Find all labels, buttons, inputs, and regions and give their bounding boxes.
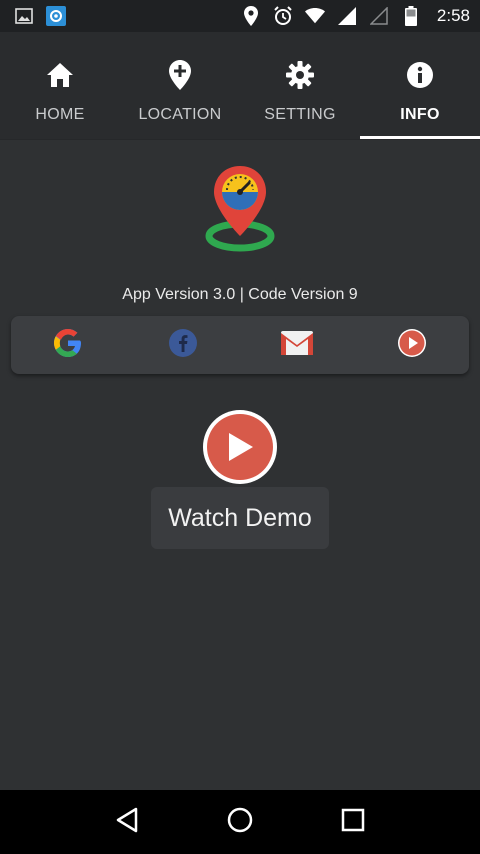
home-circle-icon bbox=[227, 807, 253, 838]
location-pin-icon bbox=[241, 6, 261, 26]
image-notification-icon bbox=[14, 6, 34, 26]
tab-setting-label: SETTING bbox=[264, 106, 336, 123]
tab-info-label: INFO bbox=[400, 106, 440, 123]
app-version-text: App Version 3.0 | Code Version 9 bbox=[122, 286, 358, 303]
play-icon bbox=[397, 328, 427, 363]
app-notification-icon bbox=[46, 6, 66, 26]
status-time: 2:58 bbox=[436, 6, 470, 25]
recents-icon bbox=[341, 808, 365, 837]
battery-icon bbox=[401, 6, 421, 26]
facebook-icon bbox=[168, 328, 198, 363]
google-button[interactable] bbox=[11, 316, 126, 374]
signal-empty-icon bbox=[369, 6, 389, 26]
recents-button[interactable] bbox=[333, 802, 373, 842]
social-links-card bbox=[11, 316, 469, 374]
status-bar: 2:58 bbox=[0, 0, 480, 32]
back-icon bbox=[115, 807, 139, 838]
tab-setting[interactable]: SETTING bbox=[240, 32, 360, 139]
tab-home-label: HOME bbox=[35, 106, 85, 123]
home-icon bbox=[45, 60, 75, 90]
gear-icon bbox=[285, 60, 315, 90]
info-icon bbox=[405, 60, 435, 90]
system-nav-bar bbox=[0, 790, 480, 854]
speedometer-pin-logo bbox=[200, 162, 280, 258]
tab-home[interactable]: HOME bbox=[0, 32, 120, 139]
tab-info[interactable]: INFO bbox=[360, 32, 480, 139]
wifi-icon bbox=[304, 6, 325, 26]
home-nav-button[interactable] bbox=[220, 802, 260, 842]
watch-demo-button[interactable]: Watch Demo bbox=[151, 487, 329, 549]
signal-icon bbox=[337, 6, 357, 26]
status-bar-left bbox=[14, 6, 66, 26]
back-button[interactable] bbox=[107, 802, 147, 842]
tab-bar: HOME LOCATION SETTING INFO bbox=[0, 32, 480, 140]
gmail-button[interactable] bbox=[240, 316, 355, 374]
tab-location-label: LOCATION bbox=[138, 106, 222, 123]
info-panel: App Version 3.0 | Code Version 9 Watch D… bbox=[0, 140, 480, 790]
gmail-icon bbox=[281, 330, 314, 360]
status-bar-right: 2:58 bbox=[241, 6, 470, 26]
youtube-button[interactable] bbox=[355, 316, 470, 374]
watch-demo-play-button[interactable] bbox=[203, 410, 277, 484]
alarm-icon bbox=[273, 6, 293, 26]
add-location-icon bbox=[165, 60, 195, 90]
google-icon bbox=[53, 328, 83, 363]
facebook-button[interactable] bbox=[126, 316, 241, 374]
play-icon bbox=[207, 414, 273, 480]
tab-location[interactable]: LOCATION bbox=[120, 32, 240, 139]
